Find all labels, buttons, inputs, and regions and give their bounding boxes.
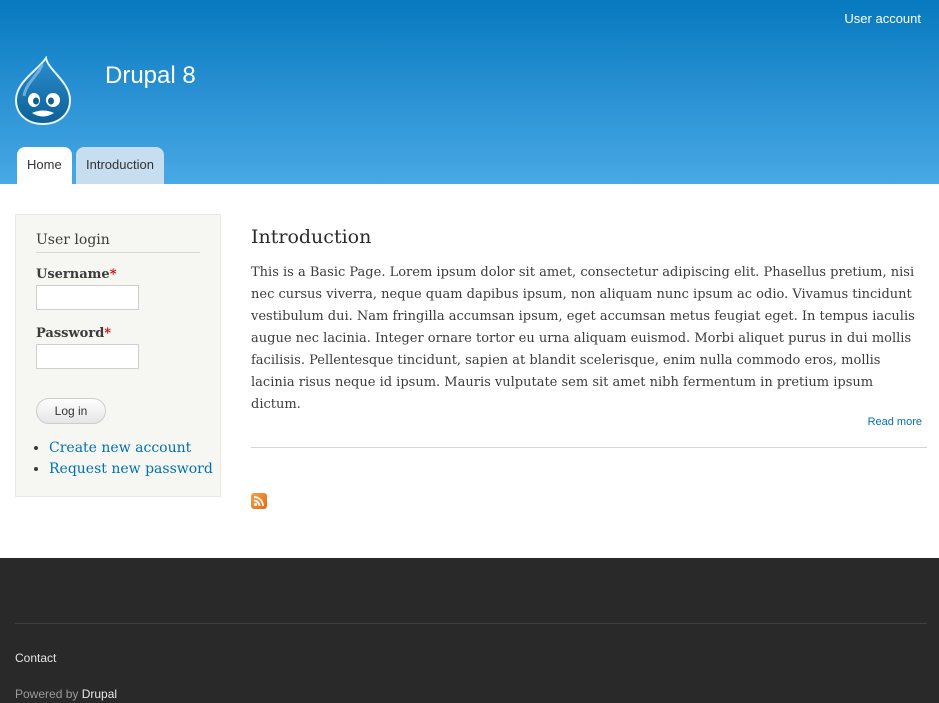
read-more-link[interactable]: Read more	[868, 416, 922, 428]
password-label-text: Password	[36, 326, 105, 341]
user-login-block: User login Username* Password* Log in Cr…	[15, 214, 221, 497]
contact-link[interactable]: Contact	[15, 651, 56, 665]
required-marker: *	[109, 267, 117, 282]
password-label: Password*	[36, 326, 111, 341]
tab-home[interactable]: Home	[17, 147, 72, 184]
site-footer: Contact Powered by Drupal	[0, 558, 939, 703]
site-header: User account Drupal 8 Home Introduction	[0, 0, 939, 184]
user-account-link[interactable]: User account	[844, 11, 921, 26]
username-label: Username*	[36, 267, 117, 282]
divider	[251, 447, 927, 448]
node-body: This is a Basic Page. Lorem ipsum dolor …	[251, 265, 915, 412]
username-input[interactable]	[36, 285, 139, 310]
create-account-link[interactable]: Create new account	[49, 440, 191, 456]
list-item: Create new account	[49, 440, 213, 457]
main-menu-tabs: Home Introduction	[17, 147, 164, 184]
required-marker: *	[104, 326, 112, 341]
footer-divider	[15, 623, 927, 624]
block-title: User login	[36, 232, 200, 253]
password-input[interactable]	[36, 344, 139, 369]
log-in-button[interactable]: Log in	[36, 398, 106, 424]
drupal-link[interactable]: Drupal	[82, 687, 117, 701]
drupal-logo-icon[interactable]	[12, 55, 74, 126]
login-links-list: Create new account Request new password	[36, 440, 213, 482]
username-label-text: Username	[36, 267, 110, 282]
tab-introduction[interactable]: Introduction	[76, 147, 164, 184]
list-item: Request new password	[49, 461, 213, 478]
powered-by: Powered by Drupal	[15, 687, 117, 701]
site-name[interactable]: Drupal 8	[105, 62, 196, 90]
node-title[interactable]: Introduction	[251, 226, 371, 248]
powered-by-prefix: Powered by	[15, 687, 82, 701]
rss-feed-icon[interactable]	[251, 493, 267, 509]
request-password-link[interactable]: Request new password	[49, 461, 213, 477]
